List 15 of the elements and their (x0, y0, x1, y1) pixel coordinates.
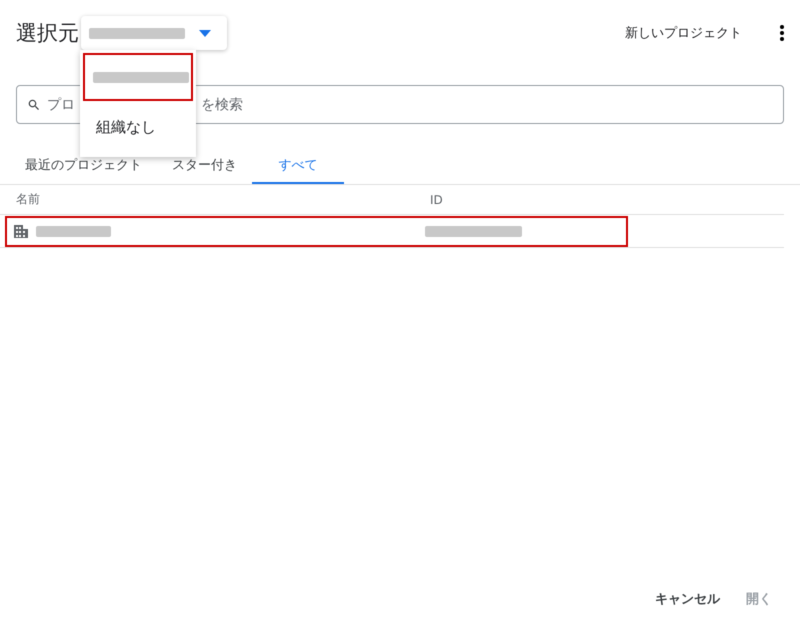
more-options-icon[interactable] (780, 25, 784, 41)
tab[interactable]: 最近のプロジェクト (10, 150, 157, 184)
tab[interactable]: スター付き (157, 150, 252, 184)
building-icon (14, 224, 28, 238)
column-header: 名前 (16, 191, 41, 208)
placeholder-text: プロ (47, 96, 75, 114)
menu-item[interactable] (83, 53, 193, 101)
table-row[interactable] (0, 215, 784, 248)
column-header: ID (430, 192, 444, 206)
search-icon (27, 98, 41, 112)
cancel-button[interactable]: キャンセル (647, 582, 728, 616)
placeholder-text: を検索 (201, 96, 243, 114)
dialog-title: 選択元 (16, 20, 79, 47)
tab[interactable]: すべて (252, 150, 344, 184)
new-project-button[interactable]: 新しいプロジェクト (617, 18, 750, 48)
